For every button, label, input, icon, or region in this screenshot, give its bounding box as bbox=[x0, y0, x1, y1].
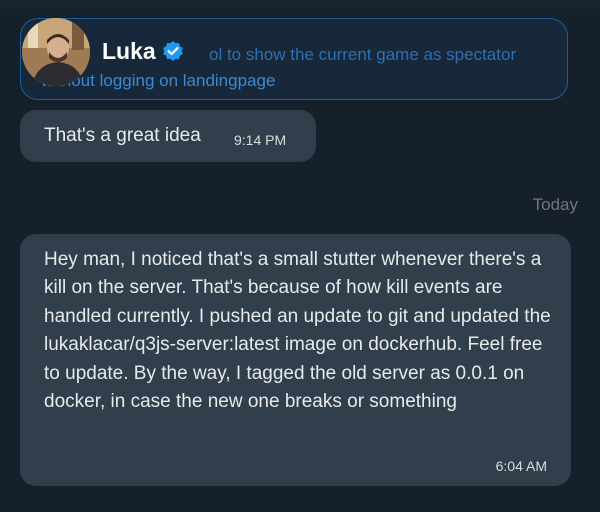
message-timestamp: 9:14 PM bbox=[234, 132, 287, 148]
day-divider: Today bbox=[532, 195, 578, 214]
verified-badge-icon bbox=[163, 41, 183, 61]
avatar-photo bbox=[22, 18, 90, 86]
message-text: Hey man, I noticed that's a small stutte… bbox=[44, 249, 551, 413]
message-bubble[interactable]: Hey man, I noticed that's a small stutte… bbox=[20, 234, 571, 486]
avatar[interactable] bbox=[22, 18, 90, 86]
quoted-message-line1: ol to show the current game as spectator bbox=[209, 45, 517, 64]
message-bubble[interactable]: That's a great idea 9:14 PM bbox=[20, 110, 316, 162]
message-text: That's a great idea bbox=[44, 125, 201, 146]
contact-name[interactable]: Luka bbox=[102, 38, 156, 65]
top-fade bbox=[0, 0, 600, 18]
message-timestamp: 6:04 AM bbox=[495, 458, 547, 474]
